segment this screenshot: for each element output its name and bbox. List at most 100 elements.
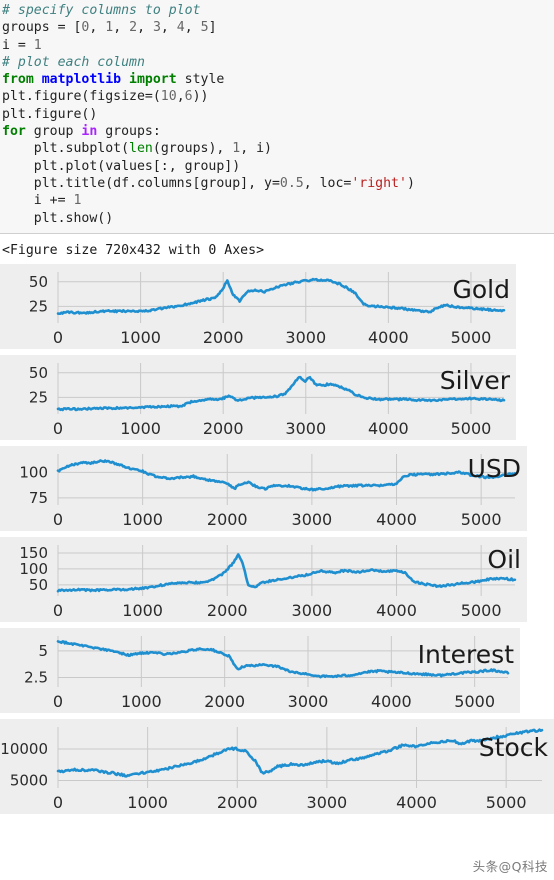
- code-token: plt.subplot(: [2, 141, 130, 157]
- plot-canvas: 25 50 0 1000 2000 3000 4000 5000: [0, 263, 516, 349]
- x-axis-tick-label: 4000: [396, 793, 437, 812]
- x-axis-tick-label: 4000: [376, 601, 417, 620]
- x-axis-tick-label: 5000: [451, 419, 492, 438]
- y-axis-tick-label: 150: [19, 544, 48, 562]
- x-axis-tick-label: 1000: [121, 692, 162, 711]
- x-axis-tick-label: 3000: [288, 692, 329, 711]
- code-token: 6: [184, 89, 193, 105]
- code-token: in: [81, 124, 106, 140]
- chart-panel-interest: 2.5 5 0 1000 2000 3000 4000 5000 Interest: [0, 627, 520, 713]
- x-axis-tick-label: 2000: [217, 793, 258, 812]
- x-axis-tick-label: 4000: [376, 510, 417, 529]
- code-token: import: [129, 72, 185, 88]
- x-axis-tick-label: 2000: [203, 419, 244, 438]
- code-token: ]: [208, 20, 217, 36]
- x-axis-tick-label: 1000: [122, 601, 163, 620]
- y-axis-tick-label: 100: [19, 463, 48, 481]
- code-line: plt.plot(values[:, group]): [2, 158, 554, 175]
- code-line: # plot each column: [2, 54, 554, 71]
- code-line: plt.subplot(len(groups), 1, i): [2, 140, 554, 157]
- code-token: groups: [2, 20, 58, 36]
- x-axis-tick-label: 4000: [368, 419, 409, 438]
- plot-canvas: 751000 1000 2000 3000 4000 5000: [0, 445, 527, 531]
- x-axis-tick-label: 5000: [454, 692, 495, 711]
- code-token: plt.plot(values[:, group]): [2, 158, 241, 174]
- chart-title-usd: USD: [467, 453, 521, 483]
- code-token: plt.figure(): [2, 106, 98, 122]
- x-axis-tick-label: 0: [53, 601, 63, 620]
- code-token: =: [57, 20, 74, 36]
- y-axis-tick-label: 50: [29, 576, 48, 594]
- code-token: ,: [160, 20, 177, 36]
- chart-panel-usd: 75 100 0 1000 2000 3000 4000 5000 USD: [0, 445, 527, 531]
- code-line: plt.title(df.columns[group], y=0.5, loc=…: [2, 175, 554, 192]
- chart-panel-gold: 25 50 0 1000 2000 3000 4000 5000 Gold: [0, 263, 516, 349]
- x-axis-tick-label: 0: [53, 328, 63, 347]
- code-token: # specify columns to plot: [2, 3, 201, 18]
- code-token: 0.5: [279, 175, 304, 191]
- code-token: ,: [89, 20, 106, 36]
- code-cell[interactable]: # specify columns to plot groups = [0, 1,…: [0, 0, 554, 234]
- code-token: i: [2, 37, 18, 53]
- x-axis-tick-label: 3000: [292, 601, 333, 620]
- code-line: from matplotlib import style: [2, 71, 554, 88]
- code-token: =: [17, 37, 34, 53]
- x-axis-tick-label: 3000: [307, 793, 348, 812]
- code-token: 3: [152, 20, 161, 36]
- code-token: plt.title(df.columns[group], y=: [2, 175, 280, 191]
- code-token: group: [33, 124, 82, 140]
- x-axis-tick-label: 1000: [120, 419, 161, 438]
- x-axis-tick-label: 4000: [368, 328, 409, 347]
- x-axis-tick-label: 2000: [203, 328, 244, 347]
- code-line: i += 1: [2, 192, 554, 209]
- code-token: , i): [240, 141, 272, 157]
- chart-panel-silver: 25 50 0 1000 2000 3000 4000 5000 Silver: [0, 354, 516, 440]
- x-axis-tick-label: 0: [53, 419, 63, 438]
- x-axis-tick-label: 0: [53, 793, 63, 812]
- code-token: ,: [113, 20, 130, 36]
- y-axis-tick-label: 100: [19, 560, 48, 578]
- plot-canvas: 5000 10000 0 1000 2000 3000 4000 5000: [0, 718, 554, 814]
- y-axis-tick-label: 50: [29, 273, 48, 291]
- x-axis-tick-label: 3000: [285, 328, 326, 347]
- code-line: # specify columns to plot: [2, 2, 554, 19]
- code-token: matplotlib: [41, 72, 130, 88]
- x-axis-tick-label: 0: [53, 510, 63, 529]
- code-token: from: [2, 72, 42, 88]
- code-token: ,: [184, 20, 201, 36]
- x-axis-tick-label: 3000: [292, 510, 333, 529]
- code-token: 1: [73, 193, 82, 209]
- code-token: plt.show(): [2, 210, 114, 226]
- code-editor-lines[interactable]: # specify columns to plot groups = [0, 1,…: [0, 2, 554, 227]
- x-axis-tick-label: 1000: [122, 510, 163, 529]
- x-axis-tick-label: 5000: [451, 328, 492, 347]
- code-token: ): [406, 175, 415, 191]
- chart-title-gold: Gold: [452, 274, 510, 304]
- plot-background: [0, 536, 527, 622]
- code-line: plt.figure(figsize=(10,6)): [2, 88, 554, 105]
- x-axis-tick-label: 1000: [120, 328, 161, 347]
- x-axis-tick-label: 5000: [461, 601, 502, 620]
- y-axis-tick-label: 5: [38, 642, 48, 660]
- x-axis-tick-label: 4000: [371, 692, 412, 711]
- code-token: (groups),: [152, 141, 233, 157]
- code-token: ,: [137, 20, 153, 36]
- x-axis-tick-label: 2000: [204, 692, 245, 711]
- code-token: plt.figure(figsize=(: [2, 89, 161, 105]
- chart-title-interest: Interest: [417, 639, 514, 669]
- code-line: groups = [0, 1, 2, 3, 4, 5]: [2, 19, 554, 36]
- code-token: , loc=: [303, 175, 352, 191]
- plot-canvas: 50100150 0 1000 2000 3000 4000 5000: [0, 536, 527, 622]
- chart-title-oil: Oil: [487, 544, 521, 574]
- x-axis-tick-label: 1000: [127, 793, 168, 812]
- y-axis-tick-label: 2.5: [24, 668, 48, 686]
- y-axis-tick-label: 10000: [0, 740, 48, 758]
- chart-panel-stock: 5000 10000 0 1000 2000 3000 4000 5000 Stock: [0, 718, 554, 814]
- code-line: plt.figure(): [2, 106, 554, 123]
- x-axis-tick-label: 2000: [207, 601, 248, 620]
- y-axis-tick-label: 5000: [10, 771, 48, 789]
- code-token: groups:: [105, 124, 161, 140]
- x-axis-tick-label: 0: [53, 692, 63, 711]
- x-axis-tick-label: 5000: [461, 510, 502, 529]
- code-token: style: [184, 72, 225, 88]
